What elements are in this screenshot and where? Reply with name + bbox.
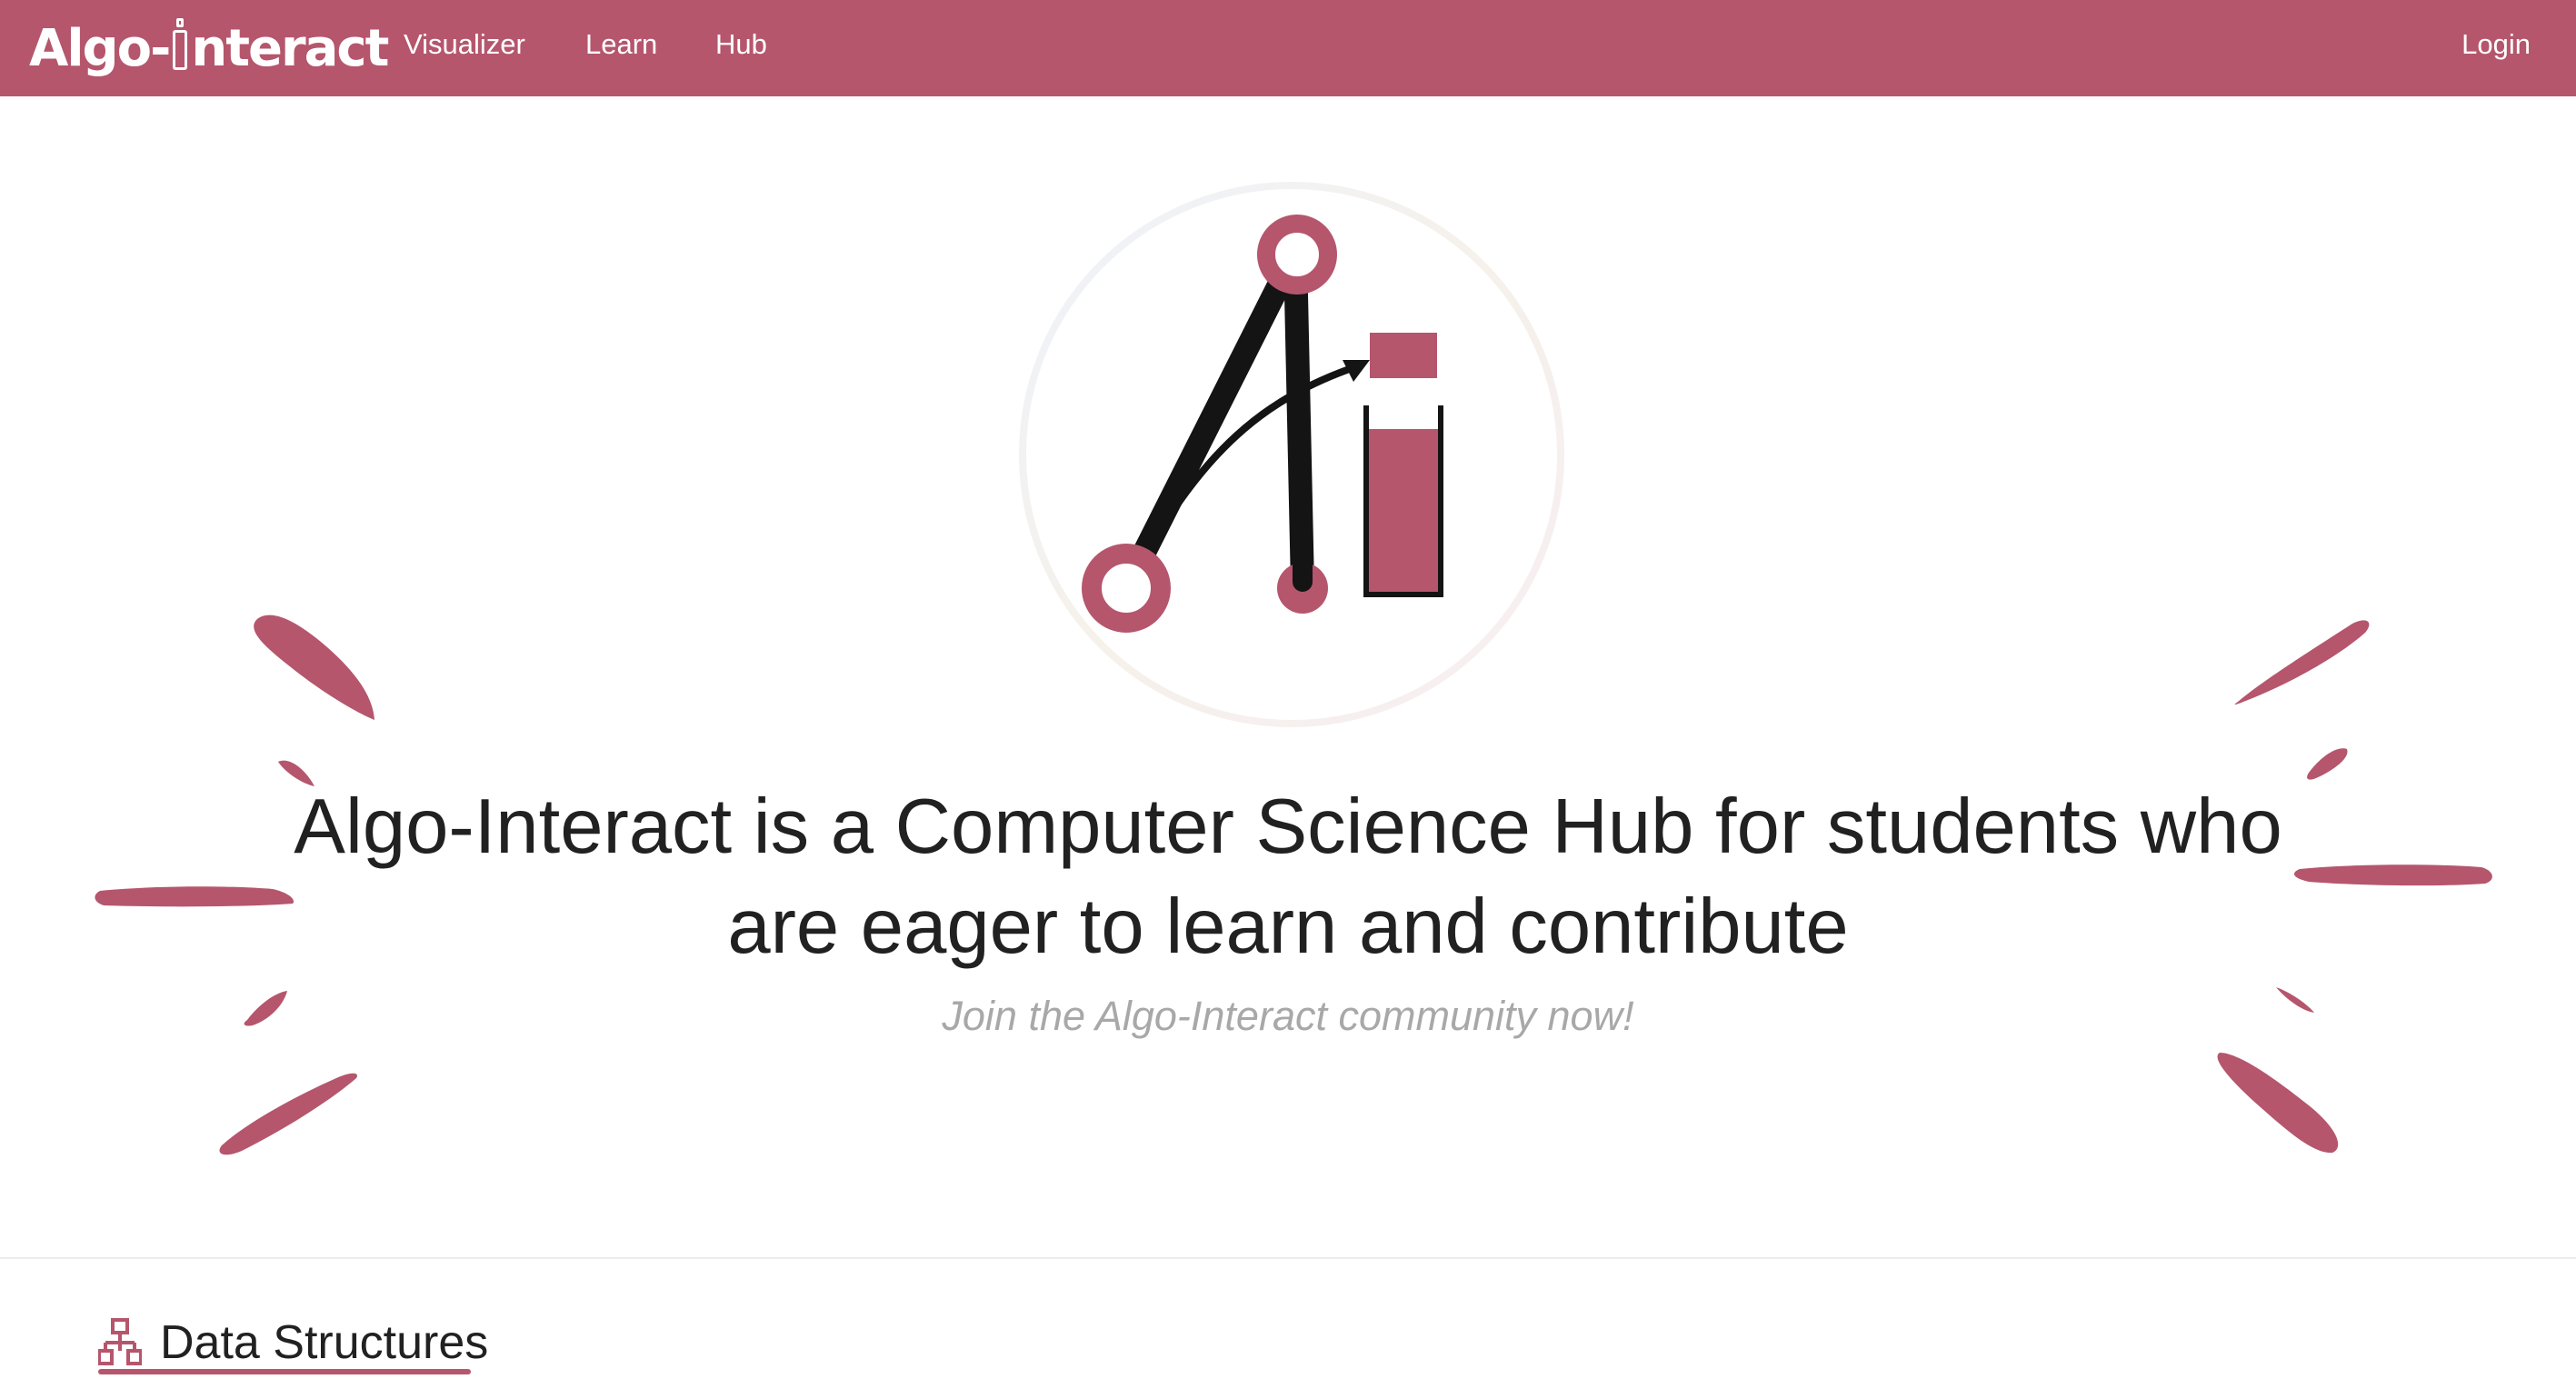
logo-node-top	[1257, 215, 1337, 295]
algo-interact-hero-logo	[1019, 182, 1564, 727]
login-link[interactable]: Login	[2461, 25, 2531, 64]
logo-i-tube-fill	[1369, 429, 1438, 592]
hero-title: Algo-Interact is a Computer Science Hub …	[294, 784, 2282, 970]
brand-text-right: nteract	[191, 18, 389, 78]
brush-stroke-right-1	[2234, 620, 2370, 704]
data-structures-label: Data Structures	[160, 1316, 489, 1369]
page: Algo- nteract Visualizer Learn Hub Login	[0, 0, 2576, 1389]
section-divider	[0, 1257, 2576, 1259]
brush-stroke-left-5	[219, 1073, 358, 1155]
sitemap-icon	[98, 1318, 142, 1365]
brand-test-tube-icon	[173, 18, 188, 70]
brush-stroke-right-3	[2294, 864, 2492, 886]
brand-text-left: Algo-	[29, 18, 171, 78]
brush-stroke-right-2	[2307, 748, 2348, 780]
nav-link-visualizer[interactable]: Visualizer	[404, 25, 525, 64]
hero-subtitle: Join the Algo-Interact community now!	[942, 993, 1634, 1039]
logo-node-bottom-left	[1082, 544, 1171, 633]
brush-stroke-left-1	[254, 615, 374, 720]
data-structures-tab[interactable]: Data Structures	[98, 1309, 488, 1376]
nav-link-hub[interactable]: Hub	[715, 25, 767, 64]
nav-link-learn[interactable]: Learn	[585, 25, 657, 64]
top-navbar: Algo- nteract Visualizer Learn Hub Login	[0, 0, 2576, 96]
brush-stroke-left-3	[95, 886, 295, 907]
brush-stroke-right-5	[2217, 1053, 2339, 1154]
logo-arrow-curve	[1142, 363, 1361, 558]
logo-i-dot	[1370, 333, 1437, 378]
active-tab-underline	[98, 1369, 471, 1374]
brand-logo[interactable]: Algo- nteract	[29, 9, 389, 87]
